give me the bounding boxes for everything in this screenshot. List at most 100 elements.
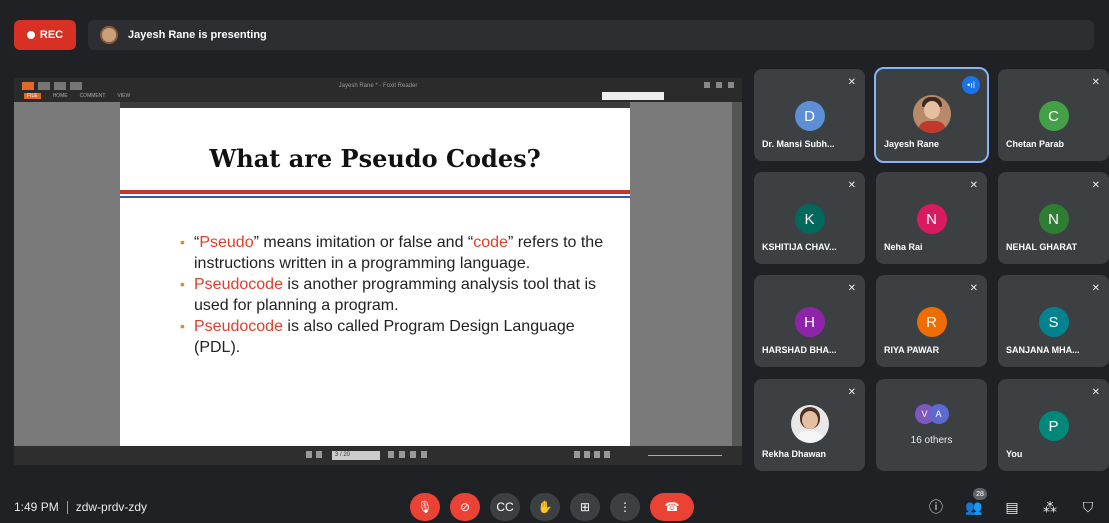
viewer-scrollbar (732, 102, 742, 446)
current-time: 1:49 PM (14, 500, 59, 514)
chat-button[interactable]: ▤ (1002, 497, 1022, 517)
shared-screen[interactable]: Jayesh Rane * - Foxit Reader FILE HOME COM… (14, 78, 742, 465)
slide-divider-blue (120, 196, 630, 198)
rec-label: REC (39, 29, 64, 41)
first-page-icon (306, 451, 312, 458)
more-options-button[interactable]: ⋮ (610, 493, 640, 521)
avatar: R (916, 307, 947, 337)
avatar-shirt (795, 431, 824, 443)
mic-off-icon: ✕ (969, 283, 978, 294)
mic-off-icon: ✕ (1091, 180, 1100, 191)
participant-tile[interactable]: ✕ H HARSHAD BHA... (754, 275, 865, 367)
slide-bullet: Pseudocode is another programming analys… (168, 274, 608, 316)
presenter-avatar (100, 26, 118, 44)
meeting-details-button[interactable]: ⓘ (926, 497, 946, 517)
viewer-window-controls (704, 82, 734, 88)
raise-hand-button[interactable]: ✋ (530, 493, 560, 521)
highlighted-term: Pseudocode (194, 318, 283, 335)
viewer-window-title: Jayesh Rane * - Foxit Reader (338, 83, 418, 89)
people-button[interactable]: 👥 28 (964, 488, 987, 517)
call-end-icon: ☎ (664, 500, 680, 514)
page-nav-forward (388, 451, 427, 458)
participant-tile[interactable]: V A 16 others (876, 379, 987, 471)
viewer-menu-item: COMMENT (79, 93, 106, 99)
mic-off-button[interactable]: 🎙 (410, 493, 440, 521)
mic-off-icon: ✕ (847, 180, 856, 191)
leave-call-button[interactable]: ☎ (650, 493, 694, 521)
participant-tile[interactable]: ✕ R RIYA PAWAR (876, 275, 987, 367)
speaking-indicator-icon: •ıl (962, 76, 980, 94)
meeting-info: 1:49 PM zdw-prdv-zdy (14, 500, 147, 514)
bullet-text: ” means imitation or false and “ (253, 234, 474, 251)
participant-tile[interactable]: ✕ Rekha Dhawan (754, 379, 865, 471)
slide-divider-red (120, 190, 630, 194)
participant-count-badge: 28 (973, 488, 987, 500)
chat-icon: ▤ (1005, 498, 1019, 515)
cover-icon (604, 451, 610, 458)
mic-off-icon: ✕ (1091, 283, 1100, 294)
captions-button[interactable]: CC (490, 493, 520, 521)
highlighted-term: Pseudocode (194, 276, 283, 293)
mic-off-icon: ✕ (847, 283, 856, 294)
hand-icon: ✋ (537, 500, 553, 514)
side-panel-controls: ⓘ 👥 28 ▤ ⁂ ⛉ (926, 488, 1098, 517)
page-nav-back (306, 451, 322, 458)
presentation-slide: What are Pseudo Codes? “Pseudo” means im… (120, 108, 630, 446)
fit-page-icon (410, 451, 416, 458)
participant-name: HARSHAD BHA... (762, 345, 837, 355)
viewer-status-bar: 3 / 20 (14, 446, 742, 465)
avatar: C (1038, 101, 1069, 131)
present-button[interactable]: ⊞ (570, 493, 600, 521)
avatar: H (794, 307, 825, 337)
avatar (790, 405, 829, 443)
participant-tile[interactable]: ✕ P You (998, 379, 1109, 471)
call-controls: 🎙 ⊘ CC ✋ ⊞ ⋮ ☎ (410, 493, 694, 521)
info-separator (66, 500, 68, 514)
page-indicator: 3 / 20 (332, 451, 380, 460)
participant-tile[interactable]: ✕ N NEHAL GHARAT (998, 172, 1109, 264)
activities-icon: ⁂ (1043, 498, 1057, 515)
participant-tile[interactable]: •ıl Jayesh Rane (874, 67, 989, 163)
recording-indicator[interactable]: REC (14, 20, 76, 50)
zoom-slider (648, 455, 722, 456)
avatar: K (794, 204, 825, 234)
single-page-icon (574, 451, 580, 458)
shield-icon: ⛉ (1082, 498, 1094, 515)
viewer-menu-item: HOME (52, 93, 68, 99)
participant-name: KSHITIJA CHAV... (762, 242, 837, 252)
camera-off-button[interactable]: ⊘ (450, 493, 480, 521)
present-icon: ⊞ (579, 500, 591, 514)
host-controls-button[interactable]: ⛉ (1078, 497, 1098, 517)
slide-title: What are Pseudo Codes? (209, 144, 541, 173)
participant-name: Dr. Mansi Subh... (762, 139, 835, 149)
presenting-text: Jayesh Rane is presenting (128, 29, 267, 41)
presenting-banner: Jayesh Rane is presenting (88, 20, 1094, 50)
avatar-face (801, 411, 818, 429)
captions-icon: CC (496, 500, 514, 514)
activities-button[interactable]: ⁂ (1040, 497, 1060, 517)
participant-name: Neha Rai (884, 242, 923, 252)
mic-off-icon: ✕ (969, 180, 978, 191)
avatar: N (916, 204, 947, 234)
participant-tile[interactable]: ✕ C Chetan Parab (998, 69, 1109, 161)
info-icon: ⓘ (929, 499, 943, 515)
next-page-icon (388, 451, 394, 458)
maximize-icon (716, 82, 722, 88)
avatar: P (1038, 411, 1069, 441)
people-icon: 👥 (965, 498, 983, 515)
minimize-icon (704, 82, 710, 88)
participant-tile[interactable]: ✕ N Neha Rai (876, 172, 987, 264)
prev-page-icon (316, 451, 322, 458)
participant-tile[interactable]: ✕ D Dr. Mansi Subh... (754, 69, 865, 161)
facing-icon (594, 451, 600, 458)
avatar-shirt (917, 121, 946, 133)
others-avatars: VA (914, 404, 949, 424)
participant-tile[interactable]: ✕ S SANJANA MHA... (998, 275, 1109, 367)
record-dot-icon (26, 31, 35, 39)
participant-tile[interactable]: ✕ K KSHITIJA CHAV... (754, 172, 865, 264)
slide-bullet: Pseudocode is also called Program Design… (168, 316, 608, 358)
more-vert-icon: ⋮ (619, 500, 631, 514)
slide-bullet: “Pseudo” means imitation or false and “c… (168, 232, 608, 274)
participant-name: RIYA PAWAR (884, 345, 940, 355)
close-icon (728, 82, 734, 88)
